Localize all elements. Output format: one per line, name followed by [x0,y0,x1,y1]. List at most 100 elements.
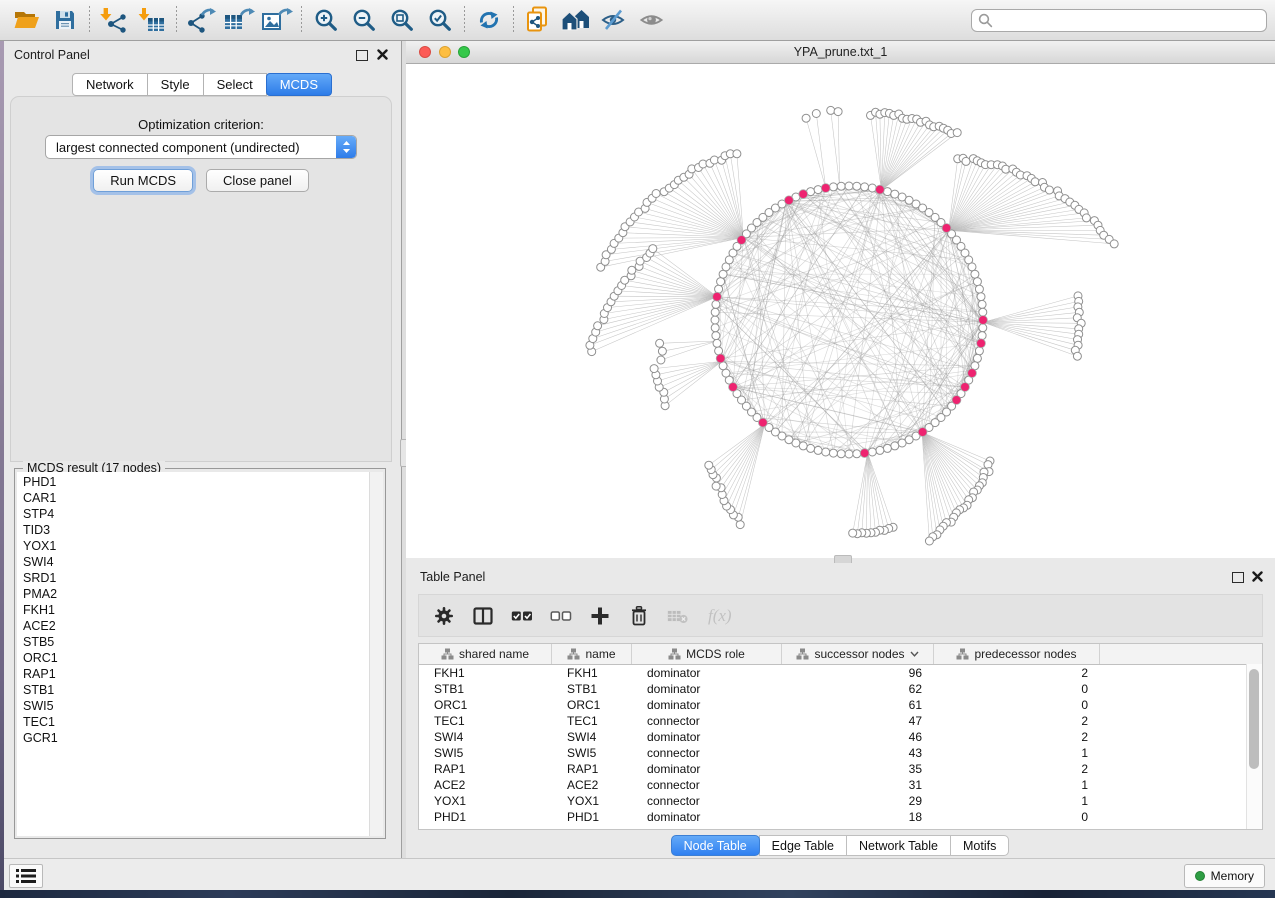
table-scrollbar-thumb[interactable] [1249,669,1259,769]
network-from-selection-button[interactable] [519,4,557,36]
add-column-button[interactable] [589,605,611,627]
import-table-button[interactable] [133,4,171,36]
zoom-in-button[interactable] [307,4,345,36]
show-all-button[interactable] [633,4,671,36]
column-header-MCDS-role[interactable]: MCDS role [632,644,782,664]
cell-shared_name[interactable]: SWI5 [419,746,552,760]
table-row[interactable]: ACE2ACE2connector311 [419,777,1262,793]
table-scrollbar[interactable] [1246,664,1262,829]
cell-mcds_role[interactable]: connector [632,714,782,728]
cell-name[interactable]: TEC1 [552,714,632,728]
cell-successor_nodes[interactable]: 29 [782,794,934,808]
mcds-result-item[interactable]: STP4 [23,506,370,522]
cell-predecessor_nodes[interactable]: 1 [934,746,1100,760]
zoom-selected-button[interactable] [421,4,459,36]
table-row[interactable]: YOX1YOX1connector291 [419,793,1262,809]
cell-shared_name[interactable]: SWI4 [419,730,552,744]
mcds-result-item[interactable]: STB1 [23,682,370,698]
mcds-result-item[interactable]: FKH1 [23,602,370,618]
close-icon[interactable] [377,49,388,60]
network-window-titlebar[interactable]: YPA_prune.txt_1 [406,41,1275,64]
run-mcds-button[interactable]: Run MCDS [93,169,193,192]
export-network-button[interactable] [182,4,220,36]
cell-predecessor_nodes[interactable]: 1 [934,778,1100,792]
table-row[interactable]: SWI5SWI5connector431 [419,745,1262,761]
optimization-dropdown[interactable]: largest connected component (undirected) [45,135,357,159]
cell-shared_name[interactable]: ACE2 [419,778,552,792]
cell-successor_nodes[interactable]: 43 [782,746,934,760]
tab-select[interactable]: Select [203,73,267,96]
save-button[interactable] [46,4,84,36]
cell-mcds_role[interactable]: dominator [632,730,782,744]
mcds-result-item[interactable]: TID3 [23,522,370,538]
cell-successor_nodes[interactable]: 61 [782,698,934,712]
close-panel-button[interactable]: Close panel [206,169,309,192]
cell-predecessor_nodes[interactable]: 2 [934,666,1100,680]
cell-mcds_role[interactable]: dominator [632,762,782,776]
apply-layout-button[interactable] [470,4,508,36]
table-row[interactable]: RAP1RAP1dominator352 [419,761,1262,777]
table-row[interactable]: ORC1ORC1dominator610 [419,697,1262,713]
cell-mcds_role[interactable]: connector [632,794,782,808]
mcds-result-list[interactable]: PHD1CAR1STP4TID3YOX1SWI4SRD1PMA2FKH1ACE2… [17,472,370,836]
cell-shared_name[interactable]: ORC1 [419,698,552,712]
table-row[interactable]: STB1STB1dominator620 [419,681,1262,697]
open-button[interactable] [8,4,46,36]
float-window-icon[interactable] [1232,572,1244,583]
zoom-fit-button[interactable] [383,4,421,36]
cell-successor_nodes[interactable]: 62 [782,682,934,696]
cell-name[interactable]: ACE2 [552,778,632,792]
cell-mcds_role[interactable]: dominator [632,666,782,680]
task-history-button[interactable] [9,864,43,888]
cell-predecessor_nodes[interactable]: 0 [934,810,1100,824]
cell-successor_nodes[interactable]: 18 [782,810,934,824]
import-network-button[interactable] [95,4,133,36]
column-header-successor-nodes[interactable]: successor nodes [782,644,934,664]
mcds-result-item[interactable]: ORC1 [23,650,370,666]
mcds-result-item[interactable]: ACE2 [23,618,370,634]
cell-predecessor_nodes[interactable]: 2 [934,762,1100,776]
mcds-result-item[interactable]: SWI4 [23,554,370,570]
show-columns-button[interactable] [472,605,494,627]
cell-mcds_role[interactable]: dominator [632,810,782,824]
cell-name[interactable]: RAP1 [552,762,632,776]
cell-name[interactable]: SWI4 [552,730,632,744]
tab-motifs[interactable]: Motifs [950,835,1009,856]
tab-style[interactable]: Style [147,73,204,96]
export-table-button[interactable] [220,4,258,36]
column-header-shared-name[interactable]: shared name [419,644,552,664]
cell-mcds_role[interactable]: connector [632,778,782,792]
zoom-out-button[interactable] [345,4,383,36]
mcds-result-item[interactable]: PHD1 [23,474,370,490]
cell-successor_nodes[interactable]: 47 [782,714,934,728]
float-window-icon[interactable] [356,50,368,61]
cell-shared_name[interactable]: FKH1 [419,666,552,680]
cell-predecessor_nodes[interactable]: 2 [934,714,1100,728]
tab-network-table[interactable]: Network Table [846,835,951,856]
export-image-button[interactable] [258,4,296,36]
cell-name[interactable]: ORC1 [552,698,632,712]
cell-mcds_role[interactable]: dominator [632,682,782,696]
table-row[interactable]: PHD1PHD1dominator180 [419,809,1262,825]
tab-edge-table[interactable]: Edge Table [759,835,847,856]
search-box[interactable] [971,9,1267,32]
column-header-predecessor-nodes[interactable]: predecessor nodes [934,644,1100,664]
cell-shared_name[interactable]: YOX1 [419,794,552,808]
cell-shared_name[interactable]: PHD1 [419,810,552,824]
cell-mcds_role[interactable]: dominator [632,698,782,712]
table-row[interactable]: TEC1TEC1connector472 [419,713,1262,729]
close-icon[interactable] [1252,571,1263,582]
select-all-button[interactable] [511,605,533,627]
cell-name[interactable]: YOX1 [552,794,632,808]
cell-mcds_role[interactable]: connector [632,746,782,760]
cell-predecessor_nodes[interactable]: 0 [934,698,1100,712]
cell-successor_nodes[interactable]: 96 [782,666,934,680]
cell-successor_nodes[interactable]: 46 [782,730,934,744]
mcds-result-item[interactable]: GCR1 [23,730,370,746]
table-settings-button[interactable] [433,605,455,627]
hide-selected-button[interactable] [595,4,633,36]
mcds-result-item[interactable]: STB5 [23,634,370,650]
first-neighbors-button[interactable] [557,4,595,36]
table-row[interactable]: SWI4SWI4dominator462 [419,729,1262,745]
cell-name[interactable]: STB1 [552,682,632,696]
